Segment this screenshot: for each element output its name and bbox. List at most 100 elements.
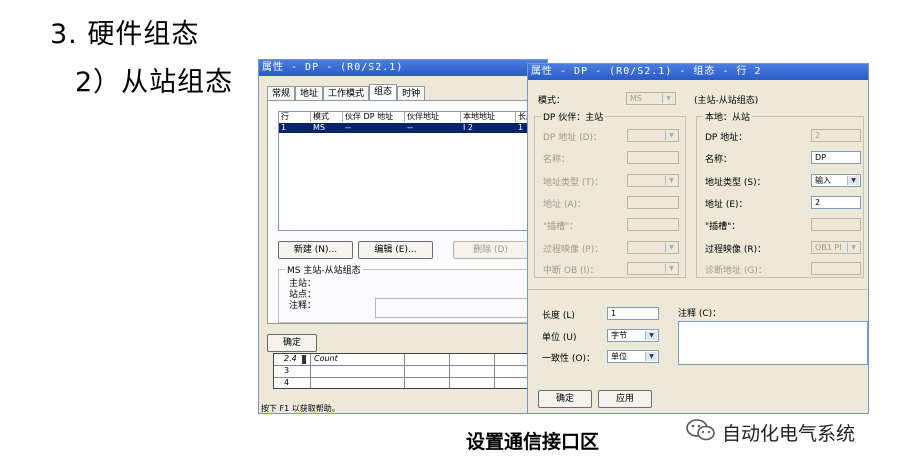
back-ok-button[interactable]: 确定 — [267, 334, 317, 352]
mode-description: (主站-从站组态) — [694, 96, 759, 106]
tab-address[interactable]: 地址 — [295, 86, 324, 100]
edit-button[interactable]: 编辑 (E)... — [358, 241, 433, 259]
partner-slot-field[interactable] — [627, 218, 679, 231]
local-address-field[interactable]: 2 — [811, 196, 861, 209]
consistency-select[interactable]: 单位 ▼ — [607, 350, 659, 363]
table-row[interactable]: 1 MS -- -- I 2 1 — [279, 123, 541, 133]
local-group: 本地：从站 DP 地址： 2 名称： DP 地址类型 (S)： 输入 ▼ 地址 … — [696, 110, 864, 278]
ms-group: MS 主站-从站组态 主站： 站点： 注释： — [278, 263, 540, 323]
consistency-value: 单位 — [611, 352, 627, 361]
chevron-down-icon: ▼ — [645, 352, 657, 361]
local-dp-address-field[interactable]: 2 — [811, 129, 861, 142]
tab-operating-mode[interactable]: 工作模式 — [323, 86, 370, 100]
watermark: 自动化电气系统 — [686, 418, 855, 447]
local-process-image-label: 过程映像 (R)： — [705, 245, 767, 255]
hw-config-table: 2.4 Count 3 4 — [273, 353, 536, 389]
tab-general[interactable]: 常规 — [267, 86, 296, 100]
table-cell: MS — [313, 123, 325, 132]
module-icon — [302, 355, 306, 364]
new-button[interactable]: 新建 (N)... — [278, 241, 353, 259]
ok-button[interactable]: 确定 — [538, 390, 592, 408]
table-row[interactable]: 4 — [274, 378, 536, 389]
partner-name-field[interactable] — [627, 151, 679, 164]
partner-address-type-select[interactable]: ▼ — [627, 174, 679, 187]
back-tab-strip: 常规 地址 工作模式 组态 时钟 — [267, 84, 426, 100]
dp-partner-group: DP 伙伴：主站 DP 地址 (D)： ▼ 名称： 地址类型 (T)： ▼ 地址… — [534, 110, 686, 278]
local-diagnostic-address-field[interactable] — [811, 262, 861, 275]
local-diagnostic-address-label: 诊断地址 (G)： — [705, 266, 767, 276]
chevron-down-icon: ▼ — [847, 176, 859, 185]
slide-caption: 设置通信接口区 — [466, 431, 600, 453]
watermark-text: 自动化电气系统 — [722, 423, 856, 445]
dp-partner-group-title: DP 伙伴：主站 — [541, 110, 606, 123]
local-group-title: 本地：从站 — [703, 110, 753, 123]
chevron-down-icon: ▼ — [665, 176, 677, 185]
tab-configuration[interactable]: 组态 — [369, 84, 398, 100]
delete-button[interactable]: 删除 (D) — [453, 241, 528, 259]
col-local-address[interactable]: 本地地址 — [461, 112, 516, 122]
back-tab-page: 行 模式 伙伴 DP 地址 伙伴地址 本地地址 长度 1 MS -- -- I … — [267, 100, 549, 324]
comment-textarea[interactable] — [678, 321, 868, 365]
chevron-down-icon: ▼ — [645, 331, 657, 340]
local-process-image-value: OB1 PI — [815, 243, 842, 252]
chevron-down-icon: ▼ — [665, 264, 677, 273]
ms-comment-box — [375, 298, 535, 318]
table-cell: -- — [345, 123, 351, 132]
column-divider — [310, 354, 311, 388]
front-dialog-titlebar: 属性 - DP - (R0/S2.1) - 组态 - 行 2 — [528, 64, 868, 80]
partner-dp-address-select[interactable]: ▼ — [627, 129, 679, 142]
properties-dialog-front: 属性 - DP - (R0/S2.1) - 组态 - 行 2 模式： MS ▼ … — [527, 63, 869, 414]
partner-dp-address-label: DP 地址 (D)： — [543, 133, 603, 143]
comment-label: 注释 (C)： — [678, 309, 722, 319]
local-address-type-label: 地址类型 (S)： — [705, 178, 766, 188]
col-partner-address[interactable]: 伙伴地址 — [405, 112, 461, 122]
col-row[interactable]: 行 — [279, 112, 311, 122]
configuration-table: 行 模式 伙伴 DP 地址 伙伴地址 本地地址 长度 1 MS -- -- I … — [278, 111, 541, 231]
partner-slot-label: "插槽"： — [543, 222, 579, 232]
local-address-label: 地址 (E)： — [705, 200, 748, 210]
local-address-type-value: 输入 — [815, 176, 831, 185]
partner-address-label: 地址 (A)： — [543, 200, 587, 210]
wechat-icon — [686, 418, 716, 447]
slide-subheading: 2）从站组态 — [75, 67, 234, 98]
ms-group-title: MS 主站-从站组态 — [285, 263, 363, 276]
partner-process-image-label: 过程映像 (P)： — [543, 245, 604, 255]
chevron-down-icon: ▼ — [665, 131, 677, 140]
table-row[interactable]: 2.4 Count — [274, 354, 536, 366]
local-process-image-select[interactable]: OB1 PI ▼ — [811, 241, 861, 254]
local-dp-address-label: DP 地址： — [705, 133, 748, 143]
local-slot-field[interactable] — [811, 218, 861, 231]
unit-value: 字节 — [611, 331, 627, 340]
length-field[interactable]: 1 — [607, 307, 659, 320]
local-name-label: 名称： — [705, 155, 733, 165]
slot-index: 2.4 — [284, 354, 297, 363]
column-divider — [494, 354, 495, 388]
mode-select[interactable]: MS ▼ — [626, 92, 676, 105]
module-name: Count — [314, 354, 338, 363]
table-row[interactable]: 3 — [274, 366, 536, 378]
col-partner-dp-address[interactable]: 伙伴 DP 地址 — [343, 112, 405, 122]
partner-name-label: 名称： — [543, 155, 571, 165]
column-divider — [449, 354, 450, 388]
table-cell: -- — [407, 123, 413, 132]
partner-address-field[interactable] — [627, 196, 679, 209]
mode-value: MS — [630, 94, 642, 103]
tab-clock[interactable]: 时钟 — [397, 86, 426, 100]
unit-select[interactable]: 字节 ▼ — [607, 329, 659, 342]
properties-dialog-back: 属性 - DP - (R0/S2.1) 常规 地址 工作模式 组态 时钟 行 模… — [258, 59, 549, 414]
table-cell: I 2 — [463, 123, 473, 132]
col-mode[interactable]: 模式 — [311, 112, 343, 122]
apply-button[interactable]: 应用 — [598, 390, 652, 408]
partner-address-type-label: 地址类型 (T)： — [543, 178, 604, 188]
local-name-field[interactable]: DP — [811, 151, 861, 164]
partner-process-image-select[interactable]: ▼ — [627, 241, 679, 254]
unit-label: 单位 (U) — [542, 333, 577, 343]
chevron-down-icon: ▼ — [662, 94, 674, 103]
partner-interrupt-ob-select[interactable]: ▼ — [627, 262, 679, 275]
table-cell: 1 — [281, 123, 287, 132]
chevron-down-icon: ▼ — [665, 243, 677, 252]
mode-label: 模式： — [538, 96, 566, 106]
table-header: 行 模式 伙伴 DP 地址 伙伴地址 本地地址 长度 — [279, 112, 541, 122]
comment-label: 注释： — [289, 301, 317, 311]
local-address-type-select[interactable]: 输入 ▼ — [811, 174, 861, 187]
